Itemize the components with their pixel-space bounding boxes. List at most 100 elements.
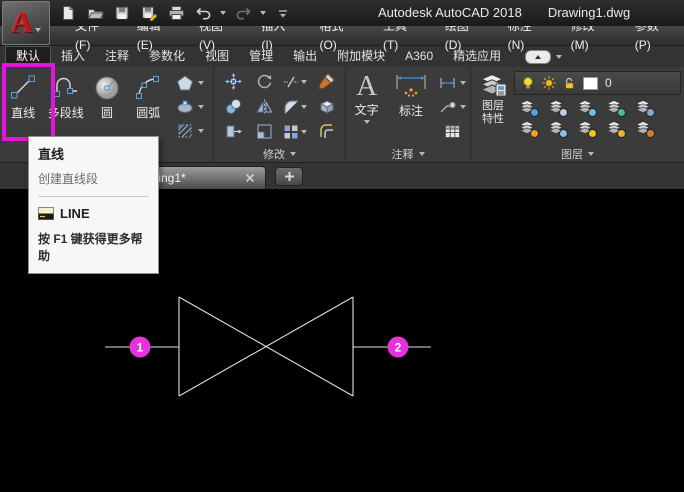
array-icon bbox=[283, 124, 299, 140]
modify-panel-expand-icon[interactable] bbox=[290, 152, 296, 156]
ribbon-tab-annotate[interactable]: 注释 bbox=[95, 46, 139, 67]
layer-tools bbox=[514, 99, 681, 138]
open-file-button[interactable] bbox=[85, 3, 105, 23]
offset-button[interactable] bbox=[318, 123, 335, 140]
match-properties-button[interactable] bbox=[318, 73, 335, 90]
text-caret-icon[interactable] bbox=[364, 120, 370, 124]
ribbon-tab-insert[interactable]: 插入 bbox=[51, 46, 95, 67]
scale-button[interactable] bbox=[256, 123, 273, 140]
text-icon: A bbox=[356, 71, 377, 101]
scale-icon bbox=[256, 123, 273, 140]
layer-unlock-icon[interactable] bbox=[563, 76, 576, 90]
rotate-icon bbox=[256, 73, 273, 90]
qat-customize-button[interactable] bbox=[273, 3, 293, 23]
modify-panel-label-row[interactable]: 修改 bbox=[214, 145, 345, 162]
linear-dimension-button[interactable] bbox=[436, 72, 469, 94]
layer-on-bulb-icon[interactable] bbox=[521, 76, 535, 90]
rotate-button[interactable] bbox=[256, 73, 273, 90]
layer-match-button[interactable] bbox=[634, 120, 654, 138]
text-tool-button[interactable]: A 文字 bbox=[347, 69, 386, 145]
valve-symbol-lines bbox=[105, 297, 431, 396]
plot-button[interactable] bbox=[166, 3, 186, 23]
fillet-button[interactable] bbox=[283, 99, 307, 115]
ribbon-tab-manage[interactable]: 管理 bbox=[239, 46, 283, 67]
box-button[interactable] bbox=[318, 98, 335, 115]
current-layer-name: 0 bbox=[605, 76, 612, 90]
new-file-button[interactable] bbox=[58, 3, 78, 23]
ellipse-icon bbox=[176, 98, 194, 116]
polyline-tool-button[interactable]: 多段线 bbox=[45, 69, 86, 145]
logo-caret-icon bbox=[35, 28, 41, 32]
new-file-icon bbox=[60, 5, 76, 21]
redo-button[interactable] bbox=[233, 3, 253, 23]
layers-panel-expand-icon[interactable] bbox=[588, 152, 594, 156]
ribbon-collapse-caret-icon[interactable] bbox=[556, 55, 562, 59]
array-button[interactable] bbox=[283, 124, 307, 140]
stretch-button[interactable] bbox=[225, 123, 242, 140]
trim-caret-icon[interactable] bbox=[301, 80, 307, 84]
line-tool-button[interactable]: 直线 bbox=[1, 69, 45, 145]
leader-button[interactable] bbox=[436, 96, 469, 118]
polygon-tool-button[interactable] bbox=[169, 72, 212, 94]
arc-tool-label: 圆弧 bbox=[136, 104, 160, 121]
leader-caret-icon[interactable] bbox=[460, 105, 466, 109]
layer-thaw-button[interactable] bbox=[576, 120, 596, 138]
save-as-button[interactable] bbox=[139, 3, 159, 23]
redo-list-caret-icon[interactable] bbox=[260, 11, 266, 15]
stretch-icon bbox=[225, 123, 242, 140]
match-properties-brush-icon bbox=[318, 73, 335, 90]
arc-tool-button[interactable]: 圆弧 bbox=[128, 69, 169, 145]
ribbon-tab-parametric[interactable]: 参数化 bbox=[139, 46, 195, 67]
layer-properties-icon bbox=[478, 72, 508, 100]
app-title: Autodesk AutoCAD 2018 bbox=[378, 5, 522, 20]
linear-dimension-caret-icon[interactable] bbox=[460, 81, 466, 85]
table-icon bbox=[444, 124, 461, 139]
trim-button[interactable] bbox=[283, 74, 307, 90]
hatch-caret-icon[interactable] bbox=[198, 129, 204, 133]
layer-color-swatch[interactable] bbox=[583, 77, 598, 90]
mirror-button[interactable] bbox=[256, 98, 273, 115]
annotation-panel-label-row[interactable]: 注释 bbox=[346, 145, 470, 162]
marker-2: 2 bbox=[388, 337, 409, 358]
layer-on-button[interactable] bbox=[518, 120, 538, 138]
polygon-caret-icon[interactable] bbox=[198, 81, 204, 85]
circle-tool-button[interactable]: 圆 bbox=[86, 69, 127, 145]
dimension-tool-button[interactable]: 标注 bbox=[386, 69, 435, 145]
undo-list-caret-icon[interactable] bbox=[220, 11, 226, 15]
array-caret-icon[interactable] bbox=[301, 130, 307, 134]
move-button[interactable] bbox=[225, 73, 242, 90]
undo-button[interactable] bbox=[193, 3, 213, 23]
layer-isolate-button[interactable] bbox=[547, 99, 567, 117]
ribbon-collapse-button[interactable] bbox=[525, 50, 551, 64]
layer-lock-button[interactable] bbox=[605, 99, 625, 117]
table-button[interactable] bbox=[436, 120, 469, 142]
tab-close-icon[interactable] bbox=[245, 173, 255, 183]
layer-thaw-sun-icon[interactable] bbox=[542, 76, 556, 90]
annotation-panel-expand-icon[interactable] bbox=[419, 152, 425, 156]
layer-off-button[interactable] bbox=[518, 99, 538, 117]
ribbon-tab-view[interactable]: 视图 bbox=[195, 46, 239, 67]
layer-freeze-button[interactable] bbox=[576, 99, 596, 117]
layer-properties-button[interactable]: 图层 特性 bbox=[472, 69, 514, 145]
hatch-tool-button[interactable] bbox=[169, 120, 212, 142]
layer-make-current-button[interactable] bbox=[634, 99, 654, 117]
ribbon-tab-output[interactable]: 输出 bbox=[283, 46, 327, 67]
printer-icon bbox=[168, 5, 185, 21]
ribbon-tab-featured-apps[interactable]: 精选应用 bbox=[443, 46, 511, 67]
ellipse-tool-button[interactable] bbox=[169, 96, 212, 118]
layer-dropdown[interactable]: 0 bbox=[514, 71, 681, 95]
layer-unlock-button[interactable] bbox=[605, 120, 625, 138]
ribbon-tab-home[interactable]: 默认 bbox=[5, 46, 51, 67]
save-button[interactable] bbox=[112, 3, 132, 23]
ribbon-collapse-icon bbox=[535, 55, 541, 59]
copy-button[interactable] bbox=[225, 98, 242, 115]
ellipse-caret-icon[interactable] bbox=[198, 105, 204, 109]
layer-unisolate-button[interactable] bbox=[547, 120, 567, 138]
layers-panel-label-row[interactable]: 图层 bbox=[471, 145, 684, 162]
autocad-logo-button[interactable]: A bbox=[2, 1, 50, 45]
new-document-tab-button[interactable] bbox=[275, 167, 303, 186]
ribbon-tab-addins[interactable]: 附加模块 bbox=[327, 46, 395, 67]
fillet-caret-icon[interactable] bbox=[301, 105, 307, 109]
ribbon-tab-a360[interactable]: A360 bbox=[395, 46, 443, 67]
tooltip-description: 创建直线段 bbox=[38, 170, 149, 197]
